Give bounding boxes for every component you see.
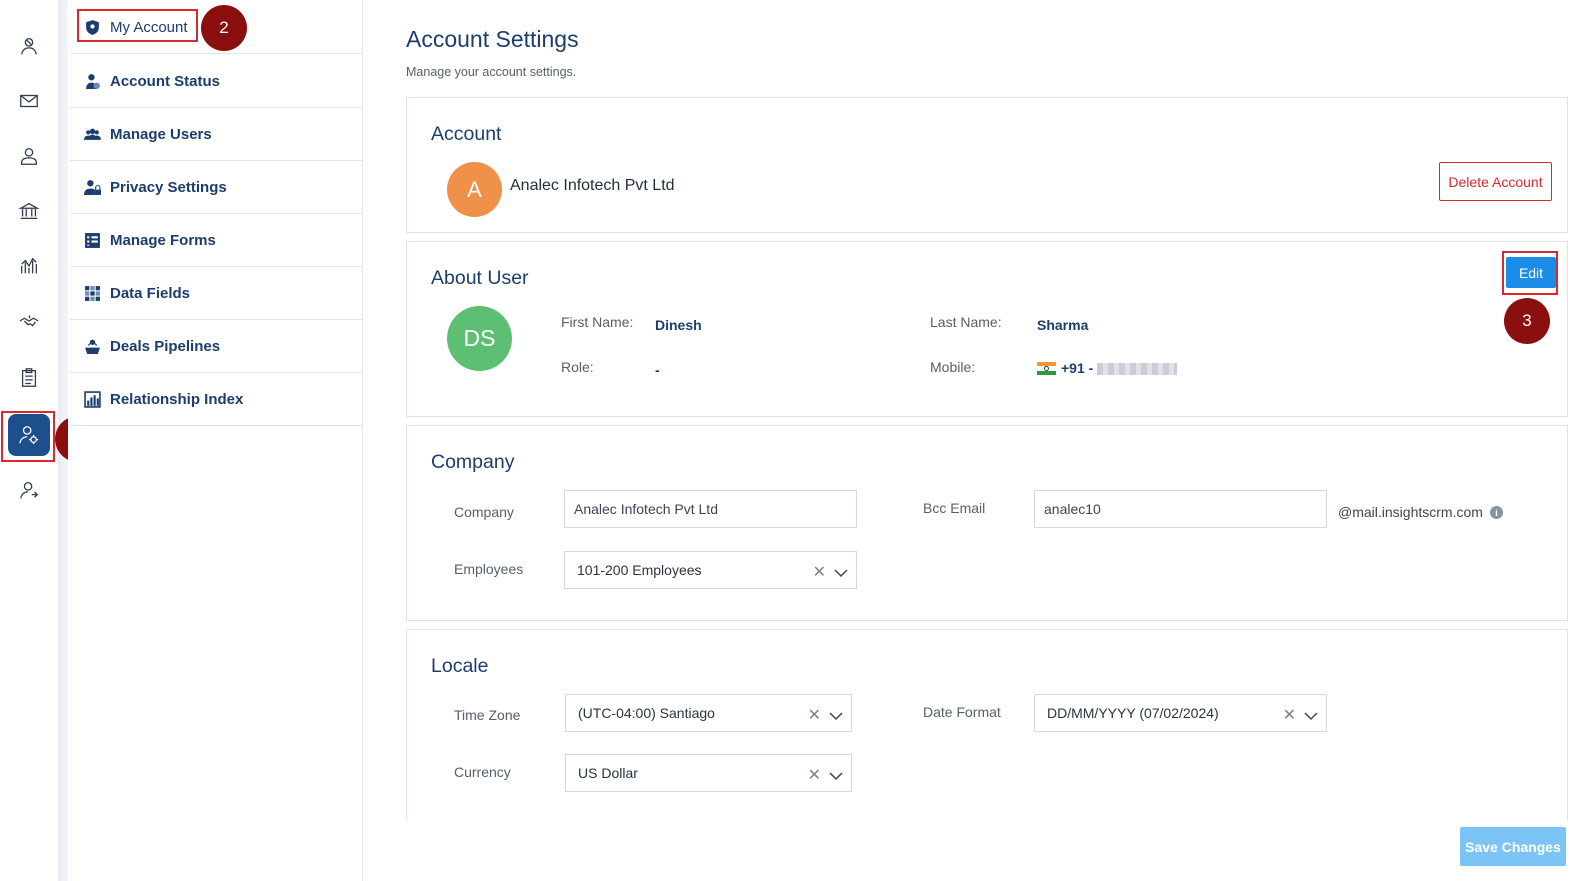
role-value: - — [655, 362, 660, 378]
chevron-down-icon[interactable] — [834, 565, 848, 578]
page-subtitle: Manage your account settings. — [406, 65, 577, 79]
bank-icon[interactable] — [8, 190, 50, 232]
annotation-highlight-edit — [1502, 251, 1558, 295]
first-name-value: Dinesh — [655, 317, 702, 333]
save-changes-button[interactable]: Save Changes — [1460, 827, 1566, 866]
chevron-down-icon[interactable] — [829, 768, 843, 781]
account-card: Account A Analec Infotech Pvt Ltd Delete… — [406, 97, 1568, 233]
page-title: Account Settings — [406, 26, 579, 52]
nav-item-relationship-index[interactable]: Relationship Index — [70, 373, 362, 426]
time-zone-label: Time Zone — [454, 707, 521, 723]
user-lock-icon — [84, 179, 101, 196]
nav-item-deals-pipelines[interactable]: Deals Pipelines — [70, 320, 362, 373]
mobile-number-redacted — [1097, 363, 1177, 375]
company-section-title: Company — [431, 451, 515, 473]
nav-item-label: Account Status — [110, 72, 221, 90]
user-status-icon — [84, 73, 101, 90]
last-name-value: Sharma — [1037, 317, 1089, 333]
bcc-email-domain: @mail.insightscrm.com — [1338, 504, 1483, 520]
handshake-icon[interactable] — [8, 300, 50, 342]
company-field-label: Company — [454, 504, 514, 520]
mobile-prefix: +91 - — [1061, 360, 1094, 376]
user-icon[interactable] — [8, 135, 50, 177]
locale-section-title: Locale — [431, 655, 489, 677]
currency-select[interactable]: US Dollar ✕ — [565, 754, 852, 792]
employees-label: Employees — [454, 561, 524, 577]
user-avatar: DS — [447, 306, 512, 371]
date-format-label: Date Format — [923, 704, 1001, 720]
employees-selected-value: 101-200 Employees — [577, 562, 702, 578]
clear-icon[interactable]: ✕ — [808, 765, 821, 785]
grid-icon — [84, 285, 101, 302]
analytics-icon[interactable] — [8, 245, 50, 287]
nav-item-account-status[interactable]: Account Status — [70, 55, 362, 108]
time-zone-select[interactable]: (UTC-04:00) Santiago ✕ — [565, 694, 852, 732]
nav-item-label: Data Fields — [110, 284, 191, 302]
date-format-selected-value: DD/MM/YYYY (07/02/2024) — [1047, 705, 1219, 721]
step-marker-2: 2 — [201, 5, 247, 51]
clear-icon[interactable]: ✕ — [808, 705, 821, 725]
mobile-label: Mobile: — [930, 359, 976, 375]
chevron-down-icon[interactable] — [1304, 708, 1318, 721]
currency-label: Currency — [454, 764, 511, 780]
account-company-name: Analec Infotech Pvt Ltd — [510, 177, 675, 194]
last-name-label: Last Name: — [930, 314, 1002, 330]
delete-account-button[interactable]: Delete Account — [1439, 162, 1552, 201]
first-name-label: First Name: — [561, 314, 634, 330]
user-share-icon[interactable] — [8, 469, 50, 511]
nav-item-label: Privacy Settings — [110, 178, 227, 196]
account-section-title: Account — [431, 123, 502, 145]
form-icon — [84, 232, 101, 249]
company-input[interactable]: Analec Infotech Pvt Ltd — [564, 490, 857, 528]
clipboard-icon[interactable] — [8, 357, 50, 399]
account-avatar: A — [447, 162, 502, 217]
locale-card: Locale Time Zone (UTC-04:00) Santiago ✕ … — [406, 629, 1568, 820]
mail-icon[interactable] — [8, 80, 50, 122]
bcc-email-input[interactable]: analec10 — [1034, 490, 1327, 528]
india-flag-icon — [1037, 362, 1056, 375]
users-icon — [84, 126, 101, 143]
clear-icon[interactable]: ✕ — [813, 562, 826, 582]
role-label: Role: — [561, 359, 594, 375]
date-format-select[interactable]: DD/MM/YYYY (07/02/2024) ✕ — [1034, 694, 1327, 732]
nav-item-label: Manage Users — [110, 125, 212, 143]
nav-item-manage-forms[interactable]: Manage Forms — [70, 214, 362, 267]
clear-icon[interactable]: ✕ — [1283, 705, 1296, 725]
company-card: Company Company Analec Infotech Pvt Ltd … — [406, 425, 1568, 621]
nav-item-privacy-settings[interactable]: Privacy Settings — [70, 161, 362, 214]
employees-select[interactable]: 101-200 Employees ✕ — [564, 551, 857, 589]
info-icon[interactable]: i — [1490, 506, 1503, 519]
nav-item-data-fields[interactable]: Data Fields — [70, 267, 362, 320]
about-user-section-title: About User — [431, 267, 529, 289]
settings-nav: My Account Account Status Manage Users P… — [68, 0, 363, 881]
contacts-icon[interactable] — [8, 25, 50, 67]
time-zone-selected-value: (UTC-04:00) Santiago — [578, 705, 715, 721]
nav-item-manage-users[interactable]: Manage Users — [70, 108, 362, 161]
currency-selected-value: US Dollar — [578, 765, 638, 781]
nav-item-label: Deals Pipelines — [110, 337, 221, 355]
step-marker-3: 3 — [1504, 298, 1550, 344]
pipeline-icon — [84, 338, 101, 355]
nav-item-label: Relationship Index — [110, 390, 244, 408]
annotation-highlight-rail — [1, 411, 55, 462]
chevron-down-icon[interactable] — [829, 708, 843, 721]
bar-chart-icon — [84, 390, 101, 408]
annotation-highlight-my-account — [77, 9, 198, 42]
bcc-email-label: Bcc Email — [923, 500, 986, 516]
nav-item-label: Manage Forms — [110, 231, 216, 249]
about-user-card: About User DS First Name: Dinesh Last Na… — [406, 241, 1568, 417]
